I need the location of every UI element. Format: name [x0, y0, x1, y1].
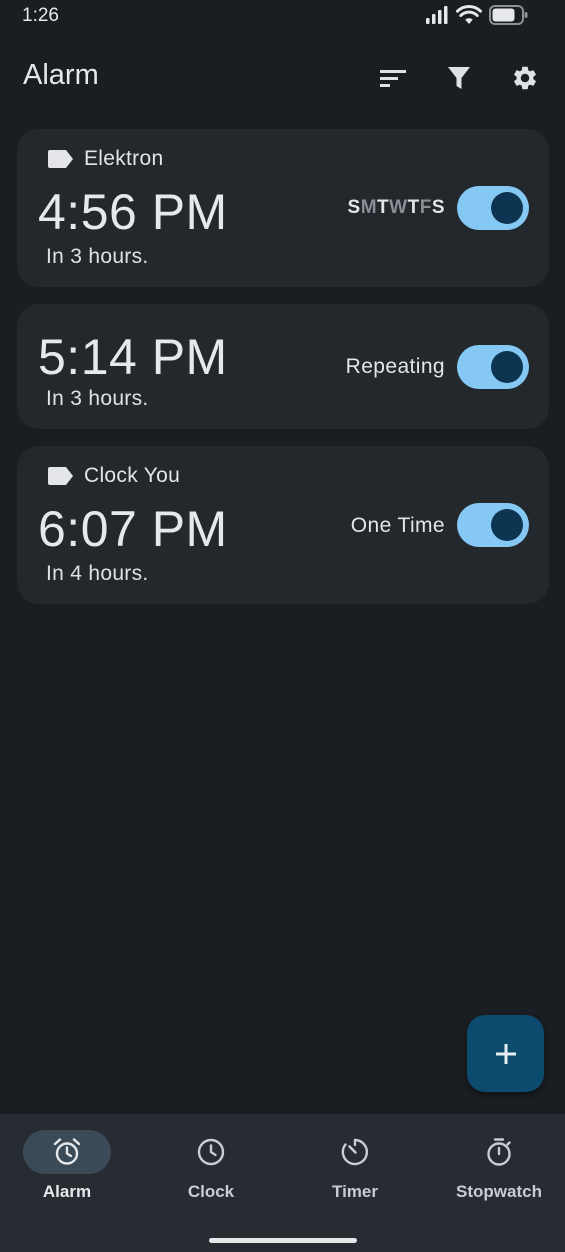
repeat-label: One Time — [350, 514, 445, 537]
alarm-screen: 1:26 Alarm Elektron 4:56 PM In 3 hours. … — [0, 0, 565, 1252]
wifi-icon — [456, 5, 482, 24]
alarm-remaining: In 3 hours. — [46, 245, 149, 268]
status-bar: 1:26 — [0, 0, 565, 34]
clock-icon — [197, 1138, 225, 1166]
nav-label: Alarm — [42, 1182, 92, 1201]
label-tag-icon — [48, 467, 73, 485]
nav-icon-container — [167, 1130, 255, 1174]
nav-active-indicator — [23, 1130, 111, 1174]
alarm-label-row: Elektron — [47, 147, 163, 171]
alarm-time: 5:14 PM — [38, 329, 228, 385]
page-title: Alarm — [23, 59, 99, 91]
alarm-card[interactable]: 5:14 PM In 3 hours. Repeating — [17, 304, 549, 429]
bottom-navigation: Alarm Clock Timer Stopwatch — [0, 1114, 565, 1252]
label-tag-icon — [48, 150, 73, 168]
sort-button[interactable] — [375, 60, 411, 96]
repeat-days: S M T W T F S — [348, 197, 445, 219]
gear-icon — [514, 66, 536, 90]
filter-icon — [448, 67, 470, 89]
status-time: 1:26 — [22, 5, 59, 26]
alarm-time: 6:07 PM — [38, 501, 228, 557]
day-saturday: S — [431, 197, 445, 218]
alarm-remaining: In 4 hours. — [46, 562, 149, 585]
nav-item-stopwatch[interactable]: Stopwatch — [429, 1130, 565, 1202]
nav-label: Clock — [187, 1182, 235, 1201]
alarm-label-row: Clock You — [47, 464, 180, 488]
battery-icon — [489, 5, 528, 25]
toggle-knob — [491, 351, 523, 383]
alarm-time: 4:56 PM — [38, 184, 228, 240]
app-bar-actions — [375, 60, 543, 96]
timer-icon — [341, 1138, 369, 1166]
stopwatch-icon — [487, 1138, 511, 1166]
nav-icon-container — [311, 1130, 399, 1174]
toggle-knob — [491, 192, 523, 224]
signal-icon — [426, 6, 448, 24]
alarm-card[interactable]: Elektron 4:56 PM In 3 hours. S M T W T F… — [17, 129, 549, 287]
nav-item-clock[interactable]: Clock — [141, 1130, 281, 1202]
alarm-remaining: In 3 hours. — [46, 387, 149, 410]
repeat-label: Repeating — [345, 355, 445, 378]
day-friday: F — [419, 197, 432, 218]
alarm-toggle[interactable] — [457, 503, 529, 547]
day-tuesday: T — [377, 197, 390, 218]
day-monday: M — [360, 197, 378, 218]
filter-button[interactable] — [441, 60, 477, 96]
toggle-knob — [491, 509, 523, 541]
day-sunday: S — [347, 197, 361, 218]
alarm-card[interactable]: Clock You 6:07 PM In 4 hours. One Time — [17, 446, 549, 604]
nav-item-alarm[interactable]: Alarm — [0, 1130, 137, 1202]
alarm-icon — [53, 1138, 81, 1165]
alarm-label: Elektron — [84, 147, 164, 170]
nav-item-timer[interactable]: Timer — [285, 1130, 425, 1202]
nav-label: Stopwatch — [456, 1182, 542, 1201]
nav-icon-container — [455, 1130, 543, 1174]
day-wednesday: W — [389, 197, 408, 218]
alarm-label: Clock You — [84, 464, 181, 487]
nav-label: Timer — [332, 1182, 378, 1201]
add-alarm-button[interactable] — [467, 1015, 544, 1092]
alarm-toggle[interactable] — [457, 345, 529, 389]
sort-icon — [380, 70, 406, 87]
settings-button[interactable] — [507, 60, 543, 96]
home-indicator[interactable] — [209, 1238, 357, 1243]
day-thursday: T — [407, 197, 420, 218]
alarm-toggle[interactable] — [457, 186, 529, 230]
plus-icon — [495, 1043, 516, 1064]
status-icons — [425, 5, 529, 25]
